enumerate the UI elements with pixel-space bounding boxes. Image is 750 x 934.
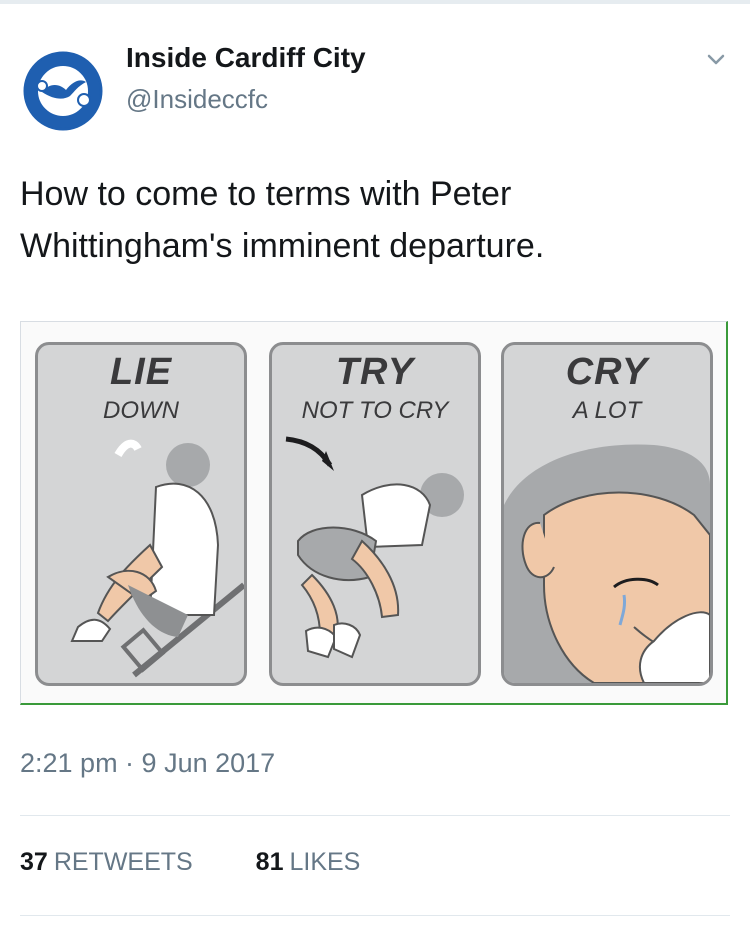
user-handle[interactable]: @Insideccfc [126,84,268,115]
likes-label: LIKES [289,848,361,876]
panel-title: LIE [109,351,173,393]
tweet-text: How to come to terms with Peter Whitting… [20,175,545,265]
panel-subtitle: NOT TO CRY [301,397,449,424]
tweet-timestamp[interactable]: 2:21 pm · 9 Jun 2017 [20,748,275,779]
crying-face-illustration [504,444,710,683]
engagement-stats: 37 RETWEETS 81 LIKES [20,848,416,877]
avatar[interactable] [20,48,106,134]
likes-stat[interactable]: 81 LIKES [256,848,361,877]
retweets-count: 37 [20,848,48,876]
panel-title: TRY [335,351,415,393]
retweets-label: RETWEETS [53,848,193,876]
figure-lying-down-illustration [70,439,244,678]
top-divider [0,0,750,4]
chevron-down-icon[interactable] [706,50,726,70]
panel-title: CRY [565,351,649,393]
retweets-stat[interactable]: 37 RETWEETS [20,848,193,877]
display-name[interactable]: Inside Cardiff City [126,42,366,74]
divider [20,915,730,916]
comic-panel-lie-down: LIE DOWN [35,342,247,686]
tweet-media-image[interactable]: LIE DOWN TRY NOT TO CRY CRY A LOT [20,321,728,705]
divider [20,815,730,816]
figure-crouching-illustration [285,436,464,659]
comic-panel-try-not-to-cry: TRY NOT TO CRY [269,342,481,686]
cardiff-city-badge-avatar [23,51,103,131]
panel-subtitle: A LOT [572,397,642,424]
likes-count: 81 [255,848,284,876]
comic-panel-cry-a-lot: CRY A LOT [501,342,713,686]
tweet-header: Inside Cardiff City @Insideccfc [20,40,730,131]
panel-subtitle: DOWN [103,397,179,424]
